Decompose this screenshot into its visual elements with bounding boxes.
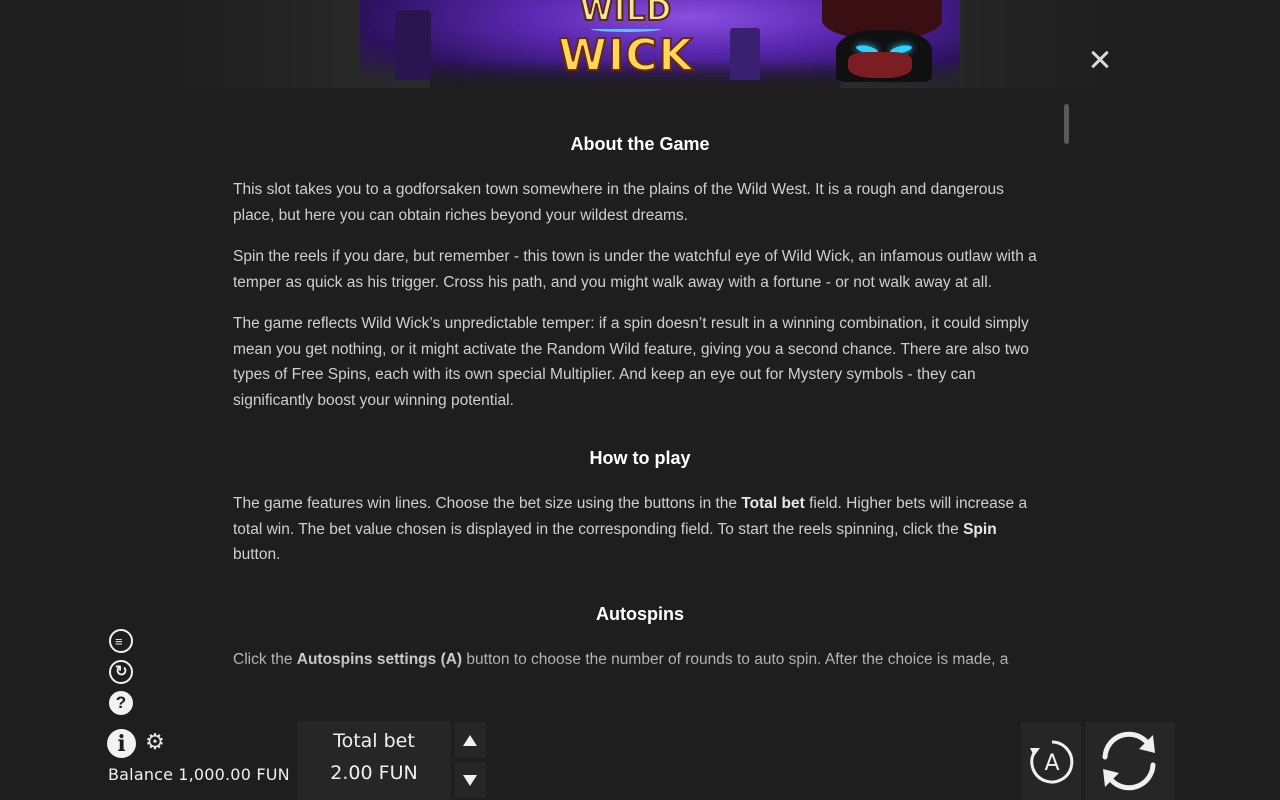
balance-display: Balance 1,000.00 FUN bbox=[108, 764, 290, 786]
section-title-autospins: Autospins bbox=[596, 603, 684, 624]
turbo-glyph: ≡ bbox=[115, 634, 123, 649]
logo-line-1: WILD bbox=[579, 0, 673, 28]
info-icon[interactable]: i bbox=[107, 729, 136, 758]
about-paragraph-3: The game reflects Wild Wick’s unpredicta… bbox=[233, 315, 1029, 409]
how-to-play-paragraph: The game features win lines. Choose the … bbox=[233, 491, 1047, 568]
about-paragraph-1: This slot takes you to a godforsaken tow… bbox=[233, 181, 1004, 224]
balance-value: 1,000.00 FUN bbox=[178, 765, 290, 784]
quick-spin-icon[interactable]: ↻ bbox=[109, 660, 133, 684]
rules-content: About the Game This slot takes you to a … bbox=[233, 124, 1047, 694]
balance-label: Balance bbox=[108, 765, 174, 784]
total-bet-label: Total bet bbox=[333, 730, 415, 752]
help-icon[interactable]: ? bbox=[109, 691, 133, 715]
section-autospins: Autospins Click the Autospins settings (… bbox=[233, 594, 1047, 673]
spin-button[interactable] bbox=[1085, 722, 1175, 800]
spin-icon bbox=[1102, 731, 1156, 791]
banner-rock-left bbox=[395, 10, 431, 80]
total-bet-panel: Total bet 2.00 FUN bbox=[297, 721, 451, 800]
text-run: button to choose the number of rounds to… bbox=[462, 650, 1009, 668]
about-paragraph-2: Spin the reels if you dare, but remember… bbox=[233, 248, 1037, 291]
autospin-letter: A bbox=[1044, 751, 1059, 776]
text-run: The game features win lines. Choose the … bbox=[233, 495, 742, 512]
autospins-settings-term: Autospins settings (A) bbox=[296, 650, 463, 668]
game-rules-screen: WILD WICK About the Game This slot takes… bbox=[0, 0, 1280, 800]
banner-rock-right bbox=[730, 28, 760, 80]
total-bet-term: Total bet bbox=[741, 495, 805, 512]
quick-spin-glyph: ↻ bbox=[115, 663, 128, 680]
spin-term: Spin bbox=[963, 520, 997, 538]
close-icon[interactable] bbox=[1086, 46, 1114, 74]
section-about: About the Game This slot takes you to a … bbox=[233, 124, 1047, 413]
game-logo: WILD WICK bbox=[536, 0, 716, 84]
total-bet-value: 2.00 FUN bbox=[330, 762, 418, 784]
section-title-about: About the Game bbox=[570, 134, 710, 154]
help-glyph: ? bbox=[115, 693, 127, 712]
section-how-to-play: How to play The game features win lines.… bbox=[233, 438, 1047, 568]
logo-line-2: WICK bbox=[557, 30, 694, 81]
autospins-paragraph: Click the Autospins settings (A) button … bbox=[233, 647, 1047, 673]
turbo-icon[interactable]: ≡ bbox=[109, 629, 133, 653]
text-run: button. bbox=[233, 546, 281, 563]
arrow-down-icon[interactable] bbox=[454, 762, 486, 798]
text-run: Click the bbox=[233, 650, 297, 668]
section-title-how-to-play: How to play bbox=[589, 448, 691, 468]
scrollbar-thumb[interactable] bbox=[1064, 104, 1069, 144]
outlaw-scarf bbox=[848, 52, 912, 78]
autospin-icon: A bbox=[1030, 740, 1074, 784]
arrow-up-icon[interactable] bbox=[454, 722, 486, 758]
gear-icon[interactable]: ⚙ bbox=[144, 731, 166, 755]
info-glyph: i bbox=[117, 731, 126, 757]
autospin-button[interactable]: A bbox=[1021, 722, 1081, 800]
game-banner: WILD WICK bbox=[0, 0, 1280, 90]
